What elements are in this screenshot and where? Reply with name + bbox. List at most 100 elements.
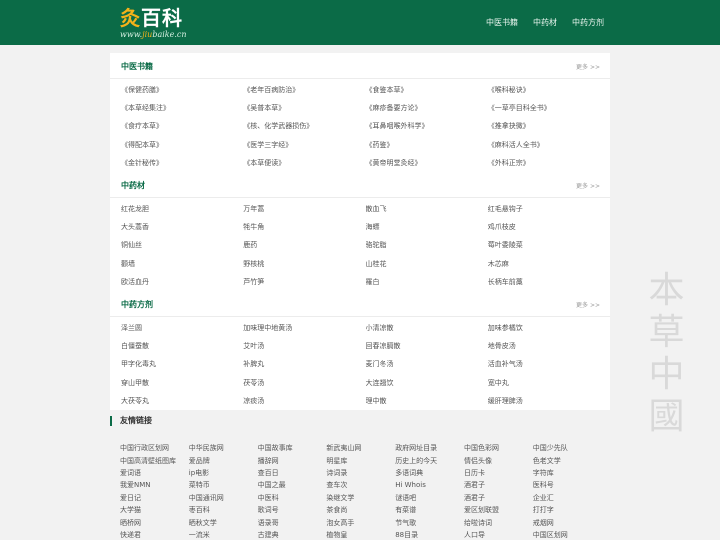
friend-link[interactable]: 查百日: [258, 468, 327, 478]
item-link[interactable]: 野核桃: [243, 259, 365, 269]
item-link[interactable]: 《金针秘传》: [121, 158, 243, 168]
friend-link[interactable]: 谜语吧: [395, 493, 464, 503]
friend-link[interactable]: ip电影: [189, 468, 258, 478]
item-link[interactable]: 加味参橘饮: [488, 323, 610, 333]
friend-link[interactable]: 人口导: [464, 530, 533, 540]
friend-link[interactable]: 查车次: [326, 480, 395, 490]
friend-link[interactable]: 给啦诗词: [464, 518, 533, 528]
friend-link[interactable]: 中国区划网: [533, 530, 602, 540]
friend-link[interactable]: 一流米: [189, 530, 258, 540]
item-link[interactable]: 《药鉴》: [366, 140, 488, 150]
item-link[interactable]: 回春凉膈散: [366, 341, 488, 351]
friend-link[interactable]: 菜特币: [189, 480, 258, 490]
item-link[interactable]: 《一草亭目科全书》: [488, 103, 610, 113]
item-link[interactable]: 《推拿抉微》: [488, 121, 610, 131]
friend-link[interactable]: 诗词录: [326, 468, 395, 478]
item-link[interactable]: 白僵蚕散: [121, 341, 243, 351]
item-link[interactable]: 麦门冬汤: [366, 359, 488, 369]
friend-link[interactable]: 晒秋文学: [189, 518, 258, 528]
item-link[interactable]: 莓叶委陵菜: [488, 240, 610, 250]
site-logo[interactable]: 灸百科 www.jiubaike.cn: [120, 7, 187, 39]
friend-link[interactable]: 中国通讯网: [189, 493, 258, 503]
friend-link[interactable]: 快递君: [120, 530, 189, 540]
friend-link[interactable]: 企业汇: [533, 493, 602, 503]
item-link[interactable]: 《黄帝明堂灸经》: [366, 158, 488, 168]
friend-link[interactable]: 中国高清壁纸图库: [120, 456, 189, 466]
item-link[interactable]: 木芯麻: [488, 259, 610, 269]
friend-link[interactable]: 酒君子: [464, 493, 533, 503]
friend-link[interactable]: 有菜谱: [395, 505, 464, 515]
item-link[interactable]: 大茯苓丸: [121, 396, 243, 406]
friend-link[interactable]: 爱词语: [120, 468, 189, 478]
item-link[interactable]: 《喉科秘诀》: [488, 85, 610, 95]
more-link[interactable]: 更多 >>: [576, 181, 600, 190]
friend-link[interactable]: 植物皇: [326, 530, 395, 540]
friend-link[interactable]: 88目录: [395, 530, 464, 540]
item-link[interactable]: 《外科正宗》: [488, 158, 610, 168]
friend-link[interactable]: 历史上的今天: [395, 456, 464, 466]
friend-link[interactable]: 我爱NMN: [120, 480, 189, 490]
friend-link[interactable]: 医科号: [533, 480, 602, 490]
item-link[interactable]: 茯苓汤: [243, 378, 365, 388]
friend-link[interactable]: 情侣头像: [464, 456, 533, 466]
friend-link[interactable]: 古建典: [258, 530, 327, 540]
friend-link[interactable]: 中医科: [258, 493, 327, 503]
item-link[interactable]: 《得配本草》: [121, 140, 243, 150]
friend-link[interactable]: 色老文学: [533, 456, 602, 466]
more-link[interactable]: 更多 >>: [576, 300, 600, 309]
item-link[interactable]: 羅白: [366, 277, 488, 287]
item-link[interactable]: 长柄车前藁: [488, 277, 610, 287]
friend-link[interactable]: 中国少先队: [533, 443, 602, 453]
item-link[interactable]: 理中散: [366, 396, 488, 406]
item-link[interactable]: 《本草便读》: [243, 158, 365, 168]
item-link[interactable]: 小清凉散: [366, 323, 488, 333]
item-link[interactable]: 散血飞: [366, 204, 488, 214]
item-link[interactable]: 《保健药膳》: [121, 85, 243, 95]
friend-link[interactable]: 中国行政区划网: [120, 443, 189, 453]
item-link[interactable]: 山桂花: [366, 259, 488, 269]
friend-link[interactable]: 染继文学: [326, 493, 395, 503]
item-link[interactable]: 牦牛角: [243, 222, 365, 232]
friend-link[interactable]: 晒桥网: [120, 518, 189, 528]
item-link[interactable]: 《麻科活人全书》: [488, 140, 610, 150]
item-link[interactable]: 鹿药: [243, 240, 365, 250]
friend-link[interactable]: 字符库: [533, 468, 602, 478]
item-link[interactable]: 颧墙: [121, 259, 243, 269]
item-link[interactable]: 芦竹笋: [243, 277, 365, 287]
friend-link[interactable]: 爱日记: [120, 493, 189, 503]
item-link[interactable]: 活血补气汤: [488, 359, 610, 369]
item-link[interactable]: 缓肝理脾汤: [488, 396, 610, 406]
item-link[interactable]: 万年蒿: [243, 204, 365, 214]
item-link[interactable]: 凉痰汤: [243, 396, 365, 406]
item-link[interactable]: 甲字化毒丸: [121, 359, 243, 369]
item-link[interactable]: 《医学三字经》: [243, 140, 365, 150]
friend-link[interactable]: 爱区划联盟: [464, 505, 533, 515]
friend-link[interactable]: 日历卡: [464, 468, 533, 478]
nav-link-herbs[interactable]: 中药材: [533, 17, 557, 28]
item-link[interactable]: 《老年百病防治》: [243, 85, 365, 95]
friend-link[interactable]: 多语词典: [395, 468, 464, 478]
item-link[interactable]: 红毛悬钩子: [488, 204, 610, 214]
item-link[interactable]: 大头蒿香: [121, 222, 243, 232]
friend-link[interactable]: 歌词号: [258, 505, 327, 515]
item-link[interactable]: 补脾丸: [243, 359, 365, 369]
item-link[interactable]: 《本草经集注》: [121, 103, 243, 113]
item-link[interactable]: 铜仙丝: [121, 240, 243, 250]
friend-link[interactable]: Hi Whois: [395, 481, 464, 489]
friend-link[interactable]: 大学猫: [120, 505, 189, 515]
item-link[interactable]: 艾叶汤: [243, 341, 365, 351]
item-link[interactable]: 泽兰圆: [121, 323, 243, 333]
item-link[interactable]: 《食疗本草》: [121, 121, 243, 131]
friend-link[interactable]: 茶食尚: [326, 505, 395, 515]
friend-link[interactable]: 酒君子: [464, 480, 533, 490]
friend-link[interactable]: 打打字: [533, 505, 602, 515]
item-link[interactable]: 《吴普本草》: [243, 103, 365, 113]
friend-link[interactable]: 枣百科: [189, 505, 258, 515]
friend-link[interactable]: 爱品牌: [189, 456, 258, 466]
item-link[interactable]: 骆驼脂: [366, 240, 488, 250]
item-link[interactable]: 《麻疹备要方论》: [366, 103, 488, 113]
item-link[interactable]: 海螵: [366, 222, 488, 232]
friend-link[interactable]: 政府网址目录: [395, 443, 464, 453]
item-link[interactable]: 宽中丸: [488, 378, 610, 388]
item-link[interactable]: 《核、化学武器损伤》: [243, 121, 365, 131]
